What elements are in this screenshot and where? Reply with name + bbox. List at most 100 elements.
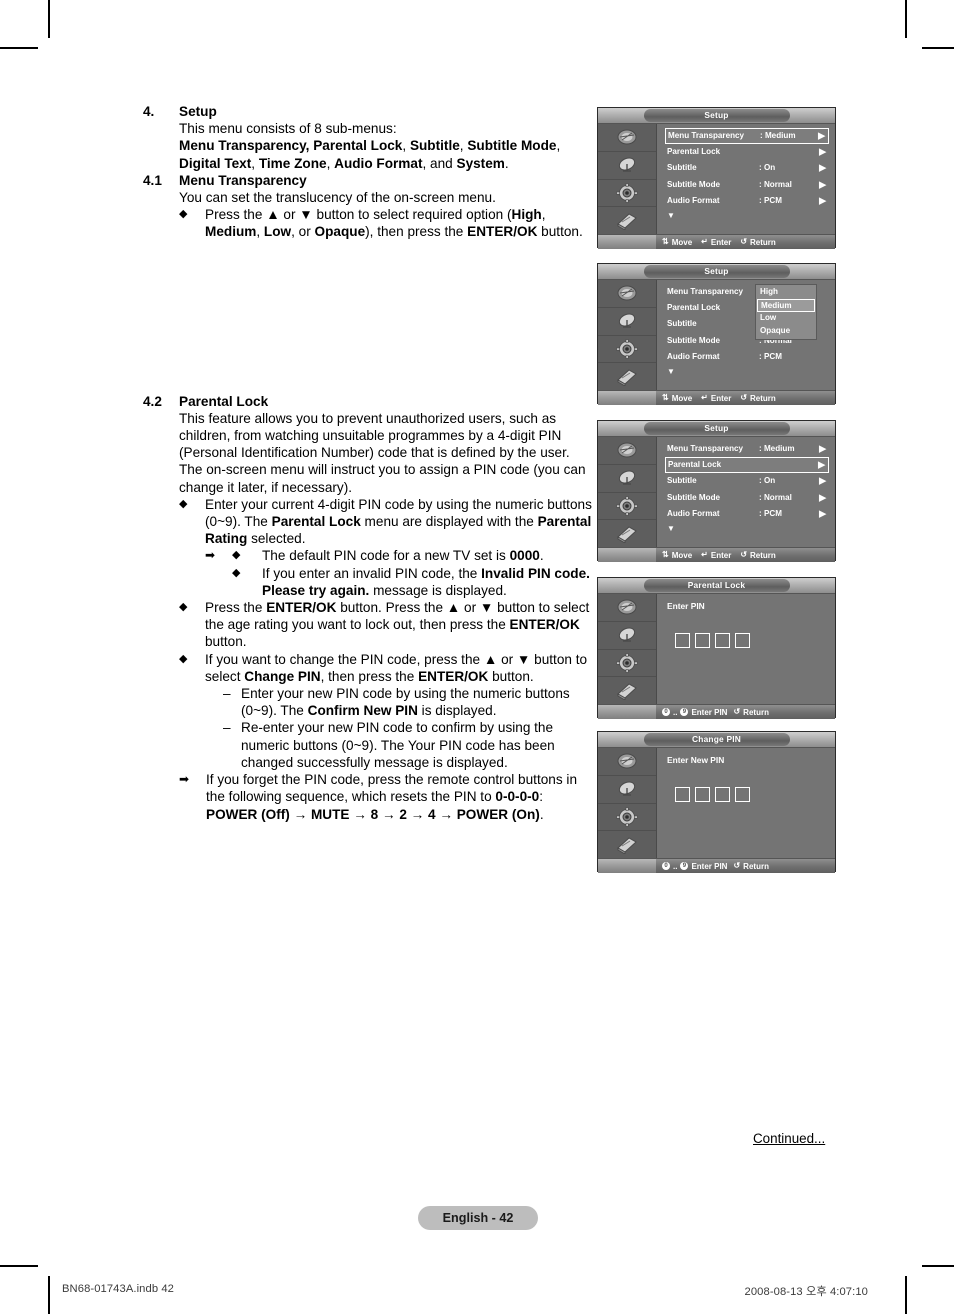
setup-gear-icon[interactable] xyxy=(598,650,656,678)
osd-row-audio-format[interactable]: Audio Format : PCM xyxy=(665,349,829,365)
note3-t2: : xyxy=(539,789,544,805)
menu-transparency-dropdown[interactable]: High Medium Low Opaque xyxy=(755,284,817,340)
pin-digit-box-1[interactable] xyxy=(675,787,690,802)
osd-footer: 0.. 9 Enter PIN ↺ Return xyxy=(598,858,835,873)
footer-return[interactable]: ↺ Return xyxy=(733,708,768,717)
footer-enter[interactable]: ↵ Enter xyxy=(701,394,731,403)
section-4-2-bullet-2: ◆ Press the ENTER/OK button. Press the ▲… xyxy=(179,599,595,651)
footer-move[interactable]: ⇅ Move xyxy=(662,551,692,560)
setup-gear-icon[interactable] xyxy=(598,336,656,364)
satellite-dish-icon[interactable] xyxy=(598,776,656,804)
osd-footer: ⇅ Move ↵ Enter ↺ Return xyxy=(598,234,835,249)
section-4-2-para-1: This feature allows you to prevent unaut… xyxy=(179,410,570,461)
crop-mark-bottom-right-horizontal xyxy=(922,1265,954,1267)
input-remote-icon[interactable] xyxy=(598,831,656,858)
footer-enter[interactable]: ↵ Enter xyxy=(701,551,731,560)
diamond-bullet-icon: ◆ xyxy=(232,566,241,579)
footer-return-label: Return xyxy=(750,393,776,403)
satellite-dish-icon[interactable] xyxy=(598,308,656,336)
picture-icon[interactable] xyxy=(598,280,656,308)
dropdown-option-low[interactable]: Low xyxy=(757,312,815,325)
section-4-1-number: 4.1 xyxy=(143,172,162,188)
osd-row-parental-lock[interactable]: Parental Lock ▶ xyxy=(665,457,829,474)
osd-row-label: Menu Transparency xyxy=(667,444,744,453)
pin-prompt-label: Enter New PIN xyxy=(667,755,725,765)
footer-move[interactable]: ⇅ Move xyxy=(662,238,692,247)
b2-t1: Press the xyxy=(205,600,267,616)
picture-icon[interactable] xyxy=(598,124,656,152)
footer-enter[interactable]: ↵ Enter xyxy=(701,238,731,247)
footer-return[interactable]: ↺ Return xyxy=(740,394,775,403)
pin-digit-box-3[interactable] xyxy=(715,633,730,648)
osd-content: Enter PIN xyxy=(657,594,835,704)
satellite-dish-icon[interactable] xyxy=(598,465,656,493)
input-remote-icon[interactable] xyxy=(598,677,656,704)
setup-gear-icon[interactable] xyxy=(598,804,656,832)
osd-row-audio-format[interactable]: Audio Format : PCM ▶ xyxy=(665,193,829,209)
footer-return[interactable]: ↺ Return xyxy=(733,862,768,871)
dropdown-option-high[interactable]: High xyxy=(757,286,815,299)
osd-row-label: Parental Lock xyxy=(667,147,721,157)
osd-row-parental-lock[interactable]: Parental Lock ▶ xyxy=(665,144,829,160)
submenu-audio-format: Audio Format xyxy=(334,155,423,171)
pin-entry-boxes[interactable] xyxy=(665,787,829,802)
chevron-right-icon: ▶ xyxy=(818,130,825,141)
crop-mark-bottom-right-vertical xyxy=(905,1276,907,1314)
picture-icon[interactable] xyxy=(598,594,656,622)
footer-enter-pin[interactable]: 0.. 9 Enter PIN xyxy=(662,862,727,871)
osd-row-subtitle-mode[interactable]: Subtitle Mode : Normal ▶ xyxy=(665,490,829,506)
input-remote-icon[interactable] xyxy=(598,520,656,547)
input-remote-icon[interactable] xyxy=(598,207,656,234)
footer-enter-pin[interactable]: 0.. 9 Enter PIN xyxy=(662,708,727,717)
osd-title: Change PIN xyxy=(643,733,790,746)
scroll-down-caret-icon[interactable]: ▼ xyxy=(665,522,829,535)
osd-titlebar: Parental Lock xyxy=(598,578,835,594)
d2-text: Re-enter your new PIN code to confirm by… xyxy=(241,720,555,770)
picture-icon[interactable] xyxy=(598,748,656,776)
pin-digit-box-3[interactable] xyxy=(715,787,730,802)
input-remote-icon[interactable] xyxy=(598,363,656,390)
osd-row-menu-transparency[interactable]: Menu Transparency : Medium ▶ xyxy=(665,441,829,457)
osd-row-subtitle[interactable]: Subtitle : On ▶ xyxy=(665,160,829,176)
return-arrow-icon: ↺ xyxy=(733,707,741,716)
scroll-down-caret-icon[interactable]: ▼ xyxy=(665,209,829,222)
column-spacer xyxy=(143,241,595,393)
pin-digit-box-1[interactable] xyxy=(675,633,690,648)
note2-t2: message is displayed. xyxy=(369,582,507,598)
pin-digit-box-2[interactable] xyxy=(695,633,710,648)
pin-digit-box-4[interactable] xyxy=(735,633,750,648)
osd-title: Setup xyxy=(643,422,790,435)
pin-digit-box-2[interactable] xyxy=(695,787,710,802)
scroll-down-caret-icon[interactable]: ▼ xyxy=(665,365,829,378)
continued-link: Continued... xyxy=(753,1131,826,1146)
osd-row-subtitle[interactable]: Subtitle : On ▶ xyxy=(665,473,829,489)
dropdown-option-opaque[interactable]: Opaque xyxy=(757,325,815,338)
diamond-bullet-icon: ◆ xyxy=(179,497,188,510)
osd-row-menu-transparency[interactable]: Menu Transparency : Medium ▶ xyxy=(665,128,829,145)
setup-gear-icon[interactable] xyxy=(598,493,656,521)
pin-entry-boxes[interactable] xyxy=(665,633,829,648)
note1-t2: . xyxy=(539,548,544,564)
footer-move[interactable]: ⇅ Move xyxy=(662,394,692,403)
key-enter-ok: ENTER/OK xyxy=(467,224,538,240)
picture-icon[interactable] xyxy=(598,437,656,465)
bullet-4-1-t5: ), then press the xyxy=(365,224,468,240)
section-4-intro: This menu consists of 8 sub-menus: xyxy=(179,121,397,137)
note-1: ◆ The default PIN code for a new TV set … xyxy=(232,547,595,564)
diamond-bullet-icon: ◆ xyxy=(179,208,188,221)
pin-digit-box-4[interactable] xyxy=(735,787,750,802)
footer-return[interactable]: ↺ Return xyxy=(740,551,775,560)
osd-row-label: Menu Transparency xyxy=(667,287,744,296)
osd-row-audio-format[interactable]: Audio Format : PCM ▶ xyxy=(665,506,829,522)
footer-enter-label: Enter xyxy=(710,393,732,403)
satellite-dish-icon[interactable] xyxy=(598,152,656,180)
dropdown-option-medium[interactable]: Medium xyxy=(757,298,815,313)
setup-gear-icon[interactable] xyxy=(598,180,656,208)
print-file-reference: BN68-01743A.indb 42 xyxy=(62,1283,174,1295)
bullet-4-1-t3: , xyxy=(256,224,264,240)
osd-row-subtitle-mode[interactable]: Subtitle Mode : Normal ▶ xyxy=(665,177,829,193)
footer-return[interactable]: ↺ Return xyxy=(740,238,775,247)
chevron-right-icon: ▶ xyxy=(819,162,826,173)
satellite-dish-icon[interactable] xyxy=(598,622,656,650)
osd-title: Setup xyxy=(643,265,790,278)
